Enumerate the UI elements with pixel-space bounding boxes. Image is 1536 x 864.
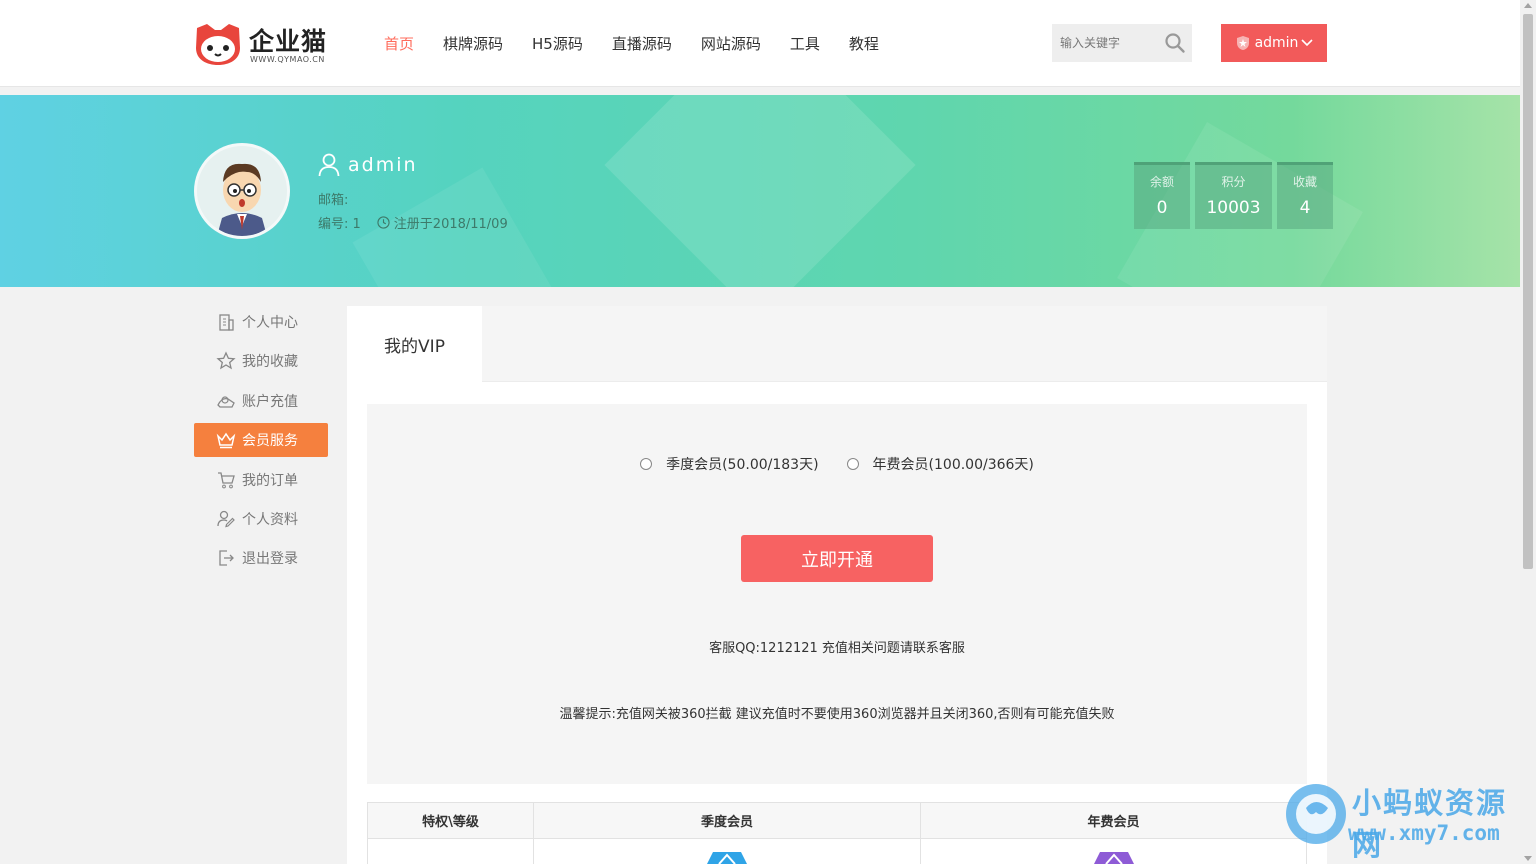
- radio-yearly[interactable]: [846, 458, 859, 470]
- table-header: 特权\等级: [367, 802, 534, 839]
- top-header: 企业猫 WWW.QYMAO.CN 首页 棋牌源码 H5源码 直播源码 网站源码 …: [0, 0, 1520, 87]
- sidebar-item-label: 个人资料: [242, 511, 298, 528]
- user-edit-icon: [217, 510, 235, 528]
- stat-label: 积分: [1221, 175, 1246, 189]
- yearly-vip-icon: [1093, 852, 1134, 864]
- stat-points[interactable]: 积分 10003: [1195, 162, 1272, 229]
- star-icon: [216, 351, 236, 370]
- privilege-table: 特权\等级 季度会员 年费会员: [367, 802, 1307, 864]
- nav-chess-source[interactable]: 棋牌源码: [443, 33, 503, 54]
- table-header: 年费会员: [920, 802, 1307, 839]
- search-icon[interactable]: [1164, 32, 1186, 54]
- email-label: 邮箱:: [318, 193, 349, 208]
- profile-banner: admin 邮箱: 编号: 1 注册于2018/11/09 余额 0 积分 10…: [0, 95, 1520, 287]
- warning-tip: 温馨提示:充值网关被360拦截 建议充值时不要使用360浏览器并且关闭360,否…: [559, 707, 1115, 722]
- user-menu-button[interactable]: admin: [1221, 24, 1327, 62]
- option-label: 年费会员(100.00/366天): [872, 457, 1034, 473]
- user-stats: 余额 0 积分 10003 收藏 4: [1129, 162, 1333, 229]
- banner-decoration: [604, 95, 916, 287]
- vip-panel: 我的VIP 季度会员(50.00/183天) 年费会员(100.00/366天)…: [347, 306, 1327, 864]
- sidebar-item-vip-service[interactable]: 会员服务: [194, 423, 328, 458]
- sidebar-item-logout[interactable]: 退出登录: [194, 541, 328, 575]
- table-cell: [920, 838, 1307, 864]
- wallet-icon: [217, 396, 235, 408]
- nav-tutorials[interactable]: 教程: [849, 33, 879, 54]
- table-cell: [367, 838, 534, 864]
- tab-my-vip[interactable]: 我的VIP: [347, 306, 482, 383]
- crown-icon: [216, 432, 236, 449]
- stat-value: 0: [1156, 198, 1168, 218]
- sidebar-item-label: 我的收藏: [242, 354, 298, 371]
- sidebar: 个人中心 我的收藏 账户充值 会员服务 我的订单 个人资料 退出登录: [194, 305, 328, 581]
- search-box: [1052, 24, 1192, 62]
- scrollbar-thumb[interactable]: [1523, 14, 1533, 569]
- main-nav: 首页 棋牌源码 H5源码 直播源码 网站源码 工具 教程: [384, 33, 908, 54]
- avatar[interactable]: [194, 143, 290, 239]
- site-logo[interactable]: 企业猫 WWW.QYMAO.CN: [193, 20, 333, 68]
- watermark: 小蚂蚁资源网 www.xmy7.com: [1282, 776, 1532, 862]
- stat-label: 收藏: [1292, 175, 1317, 189]
- open-now-button[interactable]: 立即开通: [741, 535, 933, 582]
- service-contact: 客服QQ:1212121 充值相关问题请联系客服: [709, 641, 965, 656]
- watermark-url: www.xmy7.com: [1348, 821, 1500, 845]
- radio-quarterly[interactable]: [640, 458, 653, 470]
- logo-subtitle: WWW.QYMAO.CN: [250, 55, 325, 64]
- sidebar-item-personal-center[interactable]: 个人中心: [194, 305, 328, 339]
- scroll-up-icon[interactable]: [1524, 3, 1532, 8]
- ant-logo-icon: [1286, 784, 1346, 844]
- logout-icon: [219, 550, 234, 566]
- nav-home[interactable]: 首页: [384, 33, 414, 54]
- nav-h5-source[interactable]: H5源码: [532, 33, 583, 54]
- cart-icon: [218, 471, 235, 488]
- nav-live-source[interactable]: 直播源码: [612, 33, 672, 54]
- table-row: [367, 838, 1307, 864]
- user-id: 编号: 1: [318, 217, 361, 232]
- logo-text: 企业猫: [249, 27, 328, 56]
- stat-favorites[interactable]: 收藏 4: [1277, 162, 1333, 229]
- quarterly-vip-icon: [707, 852, 747, 864]
- option-yearly[interactable]: 年费会员(100.00/366天): [846, 454, 1034, 474]
- sidebar-item-label: 个人中心: [242, 315, 298, 331]
- sidebar-item-label: 账户充值: [242, 393, 298, 410]
- cat-logo-icon: [196, 24, 240, 65]
- stat-balance[interactable]: 余额 0: [1134, 162, 1190, 229]
- stat-value: 4: [1299, 198, 1311, 218]
- nav-tools[interactable]: 工具: [790, 33, 820, 54]
- profile-username: admin: [318, 153, 418, 177]
- table-header: 季度会员: [533, 802, 921, 839]
- user-meta: 编号: 1 注册于2018/11/09: [318, 213, 508, 232]
- option-quarterly[interactable]: 季度会员(50.00/183天): [640, 454, 819, 474]
- building-icon: [219, 314, 234, 331]
- sidebar-item-label: 我的订单: [242, 472, 298, 489]
- register-date: 注册于2018/11/09: [393, 217, 508, 232]
- search-input[interactable]: [1052, 24, 1162, 62]
- vip-options: 季度会员(50.00/183天) 年费会员(100.00/366天): [367, 454, 1307, 474]
- table-cell: [533, 838, 921, 864]
- option-label: 季度会员(50.00/183天): [666, 457, 819, 473]
- page-scrollbar[interactable]: [1520, 0, 1536, 864]
- sidebar-item-profile[interactable]: 个人资料: [194, 502, 328, 536]
- stat-label: 余额: [1149, 175, 1174, 189]
- sidebar-item-favorites[interactable]: 我的收藏: [194, 344, 328, 378]
- clock-icon: [377, 216, 390, 229]
- tab-bar: 我的VIP: [347, 306, 1327, 383]
- person-icon: [318, 153, 340, 177]
- cartoon-avatar-icon: [197, 146, 287, 236]
- sidebar-item-label: 退出登录: [242, 551, 298, 568]
- shield-icon: [1236, 36, 1249, 50]
- nav-website-source[interactable]: 网站源码: [701, 33, 761, 54]
- sidebar-item-recharge[interactable]: 账户充值: [194, 384, 328, 418]
- sidebar-item-label: 会员服务: [242, 433, 298, 450]
- stat-value: 10003: [1206, 198, 1261, 218]
- username-text: admin: [348, 154, 418, 176]
- chevron-down-icon: [1301, 39, 1314, 47]
- table-header-row: 特权\等级 季度会员 年费会员: [367, 802, 1307, 839]
- user-button-label: admin: [1254, 35, 1299, 51]
- vip-purchase-box: 季度会员(50.00/183天) 年费会员(100.00/366天) 立即开通 …: [367, 404, 1307, 784]
- sidebar-item-orders[interactable]: 我的订单: [194, 463, 328, 497]
